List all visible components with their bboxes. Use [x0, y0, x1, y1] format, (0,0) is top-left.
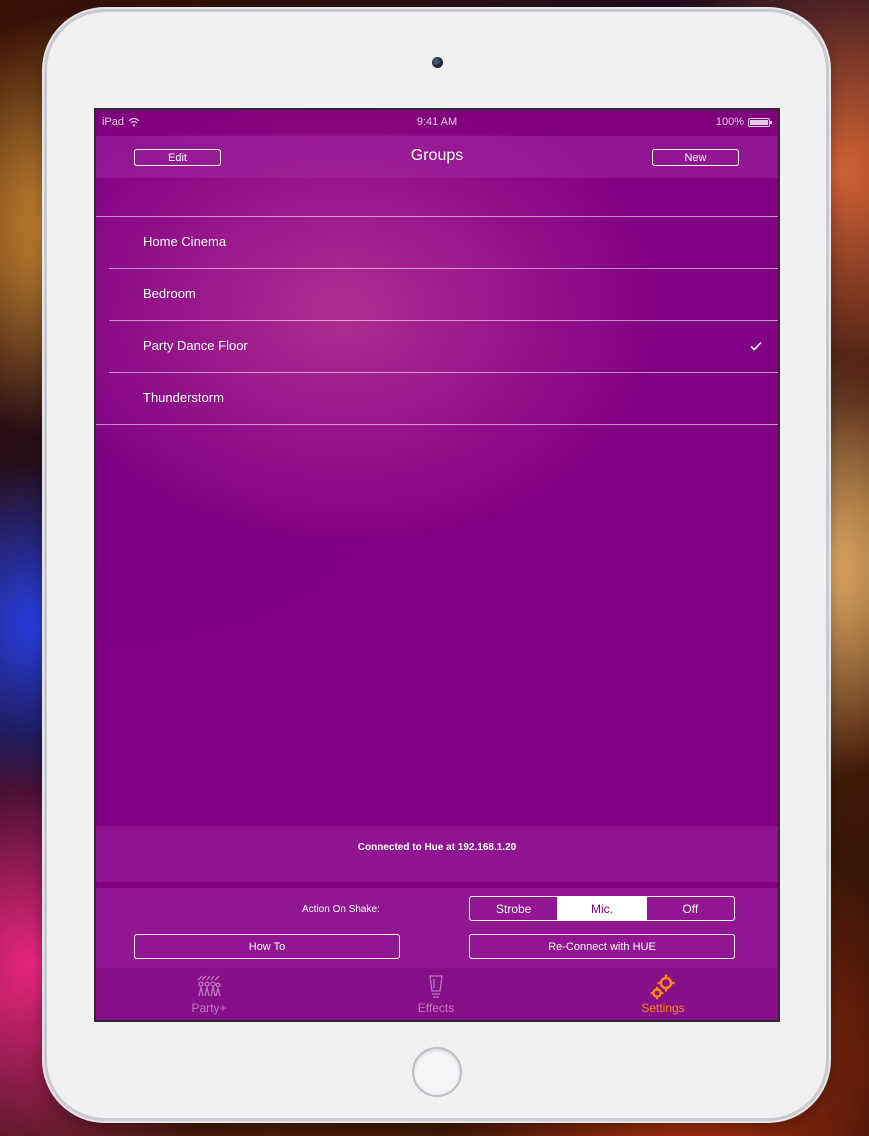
tab-label: Party+ [191, 1001, 227, 1015]
tab-label: Settings [641, 1001, 685, 1015]
home-button[interactable] [412, 1047, 462, 1097]
list-item-label: Thunderstorm [143, 390, 224, 405]
app-screen: iPad 9:41 AM 100% Edit Groups New Home C… [94, 108, 780, 1022]
list-divider [96, 424, 778, 425]
shake-action-segmented-control: Strobe Mic. Off [469, 896, 735, 921]
segment-strobe[interactable]: Strobe [470, 897, 559, 920]
battery-icon [748, 117, 772, 127]
clock: 9:41 AM [416, 116, 458, 128]
reconnect-hue-button[interactable]: Re-Connect with HUE [469, 934, 735, 959]
status-bar: iPad 9:41 AM 100% [96, 110, 778, 134]
segment-mic[interactable]: Mic. [558, 897, 647, 920]
list-item-selected[interactable]: Party Dance Floor [96, 321, 778, 373]
bulb-icon [429, 975, 443, 998]
list-item[interactable]: Thunderstorm [96, 373, 778, 425]
shake-action-label: Action On Shake: [302, 904, 380, 915]
connection-status: Connected to Hue at 192.168.1.20 [357, 842, 517, 853]
new-group-button[interactable]: New [652, 149, 739, 166]
gears-icon [650, 974, 675, 1000]
tab-settings[interactable]: Settings [623, 974, 703, 1015]
checkmark-icon [750, 341, 762, 351]
list-item-label: Party Dance Floor [143, 338, 248, 353]
navigation-bar: Edit Groups New [96, 136, 778, 178]
tab-bar: Party+ Effects Settings [96, 968, 778, 1020]
connection-panel: Connected to Hue at 192.168.1.20 [96, 826, 778, 882]
front-camera [432, 57, 443, 68]
tab-party[interactable]: Party+ [169, 974, 249, 1015]
list-item-label: Home Cinema [143, 234, 227, 249]
list-item[interactable]: Home Cinema [96, 217, 778, 269]
segment-off[interactable]: Off [647, 897, 734, 920]
tab-label: Effects [417, 1001, 455, 1015]
group-list: Home Cinema Bedroom Party Dance Floor Th… [96, 216, 778, 425]
status-right: 100% [715, 116, 772, 128]
party-crowd-icon [197, 975, 221, 997]
how-to-button[interactable]: How To [134, 934, 400, 959]
battery-percent: 100% [715, 116, 744, 128]
list-item[interactable]: Bedroom [96, 269, 778, 321]
controls-panel: Action On Shake: Strobe Mic. Off How To … [96, 888, 778, 968]
list-item-label: Bedroom [143, 286, 196, 301]
tab-effects[interactable]: Effects [396, 974, 476, 1015]
